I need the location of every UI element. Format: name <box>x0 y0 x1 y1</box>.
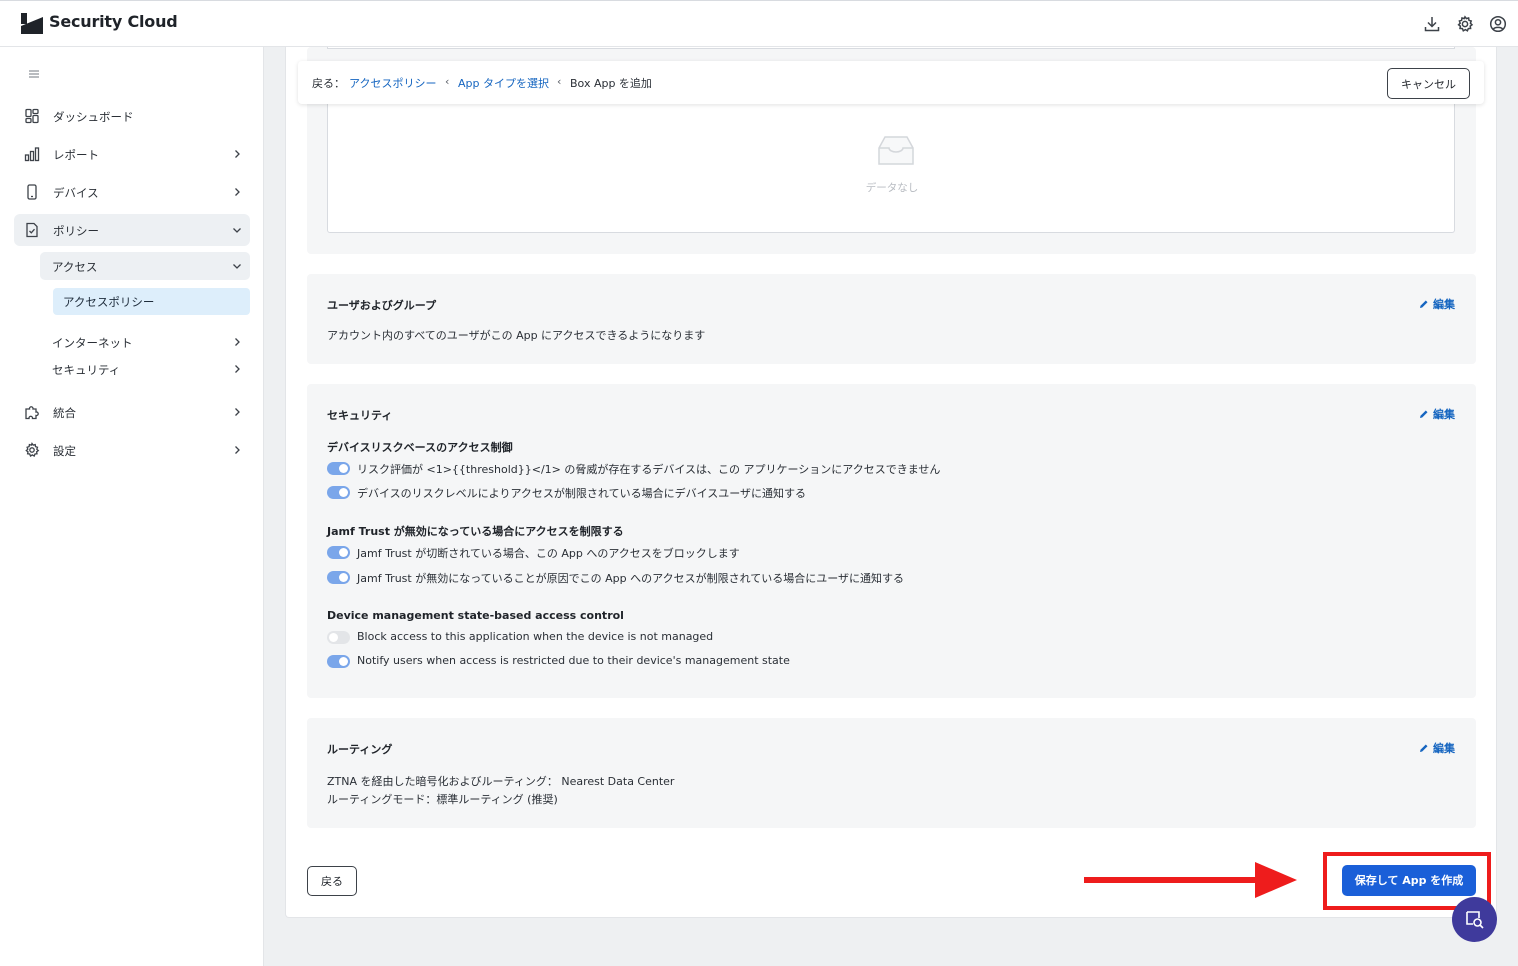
top-bar: Security Cloud <box>0 0 1518 47</box>
breadcrumb-back-label: 戻る： <box>312 77 345 90</box>
empty-inbox-icon <box>878 136 914 165</box>
chat-help-button[interactable] <box>1452 897 1497 942</box>
brand-title: Security Cloud <box>49 12 178 31</box>
users-description: アカウント内のすべてのユーザがこの App にアクセスできるようになります <box>327 329 706 342</box>
toggle-label: Jamf Trust が無効になっていることが原因でこの App へのアクセスが… <box>357 572 905 585</box>
sidebar-subitem-label: アクセスポリシー <box>63 295 155 309</box>
user-circle-icon[interactable] <box>1489 15 1507 33</box>
chevron-right-icon <box>235 365 240 373</box>
gear-icon <box>25 442 40 457</box>
sidebar-item-label: ポリシー <box>53 224 99 238</box>
sidebar-item-policy[interactable]: ポリシー <box>14 214 250 246</box>
sidebar-item-label: 統合 <box>53 406 76 420</box>
breadcrumb-separator: ‹ <box>557 75 562 88</box>
sidebar-item-devices[interactable]: デバイス <box>14 176 250 208</box>
toggle-label: デバイスのリスクレベルによりアクセスが制限されている場合にデバイスユーザに通知す… <box>357 487 807 500</box>
sidebar-item-integrations[interactable]: 統合 <box>14 396 250 428</box>
edit-label: 編集 <box>1433 408 1455 421</box>
sidebar-item-reports[interactable]: レポート <box>14 138 250 170</box>
puzzle-icon <box>25 406 39 420</box>
management-notify-toggle[interactable] <box>327 655 350 668</box>
jamf-notify-toggle[interactable] <box>327 571 350 584</box>
subsection-title: Device management state-based access con… <box>327 609 624 622</box>
cancel-button[interactable]: キャンセル <box>1387 68 1470 99</box>
sidebar-item-label: デバイス <box>53 186 99 200</box>
sidebar-subitem-security[interactable]: セキュリティ <box>40 355 250 383</box>
toggle-label: Notify users when access is restricted d… <box>357 654 790 667</box>
gear-icon[interactable] <box>1456 15 1474 33</box>
pencil-icon <box>1420 744 1428 752</box>
risk-notify-toggle[interactable] <box>327 486 350 499</box>
sidebar-subitem-access-policy[interactable]: アクセスポリシー <box>53 288 250 315</box>
security-cloud-logo <box>21 13 43 34</box>
dashboard-icon <box>25 108 39 124</box>
risk-block-toggle[interactable] <box>327 462 350 475</box>
sidebar: ダッシュボード レポート デバイス ポリシー アクセス アクセスポリシー インタ… <box>0 47 264 966</box>
sidebar-subitem-label: セキュリティ <box>52 363 121 377</box>
section-title: セキュリティ <box>327 409 393 422</box>
chat-search-icon <box>1466 911 1484 929</box>
toggle-label: Block access to this application when th… <box>357 630 714 643</box>
table-top-edge <box>327 47 1455 49</box>
chevron-right-icon <box>235 150 240 158</box>
toggle-label: リスク評価が <1>{{threshold}}</1> の脅威が存在するデバイス… <box>357 463 941 476</box>
breadcrumb-separator: ‹ <box>445 75 450 88</box>
routing-section: ルーティング 編集 ZTNA を経由した暗号化およびルーティング： Neares… <box>307 718 1476 828</box>
sidebar-item-dashboard[interactable]: ダッシュボード <box>14 100 250 132</box>
sidebar-item-label: レポート <box>53 148 99 162</box>
policy-document-icon <box>26 222 38 238</box>
subsection-title: Jamf Trust が無効になっている場合にアクセスを制限する <box>327 525 624 538</box>
empty-table: データなし <box>327 104 1455 233</box>
sidebar-item-settings[interactable]: 設定 <box>14 434 250 466</box>
empty-text: データなし <box>865 182 919 194</box>
section-title: ユーザおよびグループ <box>327 299 437 312</box>
chevron-right-icon <box>235 446 240 454</box>
jamf-block-toggle[interactable] <box>327 546 350 559</box>
routing-mode: ルーティングモード：標準ルーティング (推奨) <box>327 793 558 806</box>
chevron-down-icon <box>233 264 241 269</box>
security-section: セキュリティ 編集 デバイスリスクベースのアクセス制御 リスク評価が <1>{{… <box>307 384 1476 698</box>
subsection-title: デバイスリスクベースのアクセス制御 <box>327 441 513 454</box>
bar-chart-icon <box>24 147 40 162</box>
chevron-right-icon <box>235 188 240 196</box>
toggle-label: Jamf Trust が切断されている場合、この App へのアクセスをブロック… <box>357 547 740 560</box>
annotation-arrow <box>1084 862 1297 898</box>
edit-label: 編集 <box>1433 742 1455 755</box>
pencil-icon <box>1420 410 1428 418</box>
breadcrumb-current: Box App を追加 <box>570 77 652 90</box>
sidebar-subitem-label: インターネット <box>52 336 133 350</box>
back-button[interactable]: 戻る <box>307 866 357 896</box>
pencil-icon <box>1420 300 1428 308</box>
edit-security-button[interactable]: 編集 <box>1419 406 1455 422</box>
routing-encryption: ZTNA を経由した暗号化およびルーティング： Nearest Data Cen… <box>327 775 675 788</box>
edit-users-button[interactable]: 編集 <box>1419 296 1455 312</box>
edit-label: 編集 <box>1433 298 1455 311</box>
unmanaged-block-toggle[interactable] <box>327 631 350 644</box>
chevron-right-icon <box>235 338 240 346</box>
download-icon[interactable] <box>1423 15 1441 33</box>
sidebar-item-label: 設定 <box>53 444 76 458</box>
sidebar-subitem-internet[interactable]: インターネット <box>40 328 250 356</box>
section-title: ルーティング <box>327 743 393 756</box>
phone-icon <box>27 184 37 200</box>
hamburger-menu-icon[interactable] <box>27 67 41 81</box>
breadcrumb-link-access-policy[interactable]: アクセスポリシー <box>349 75 436 91</box>
breadcrumb: 戻る： アクセスポリシー ‹ App タイプを選択 ‹ Box App を追加 … <box>298 61 1484 104</box>
sidebar-item-label: ダッシュボード <box>53 110 134 124</box>
edit-routing-button[interactable]: 編集 <box>1419 740 1455 756</box>
chevron-down-icon <box>233 228 241 233</box>
users-groups-section: ユーザおよびグループ 編集 アカウント内のすべてのユーザがこの App にアクセ… <box>307 274 1476 364</box>
sidebar-subitem-label: アクセス <box>52 260 98 274</box>
chevron-right-icon <box>235 408 240 416</box>
breadcrumb-link-select-app-type[interactable]: App タイプを選択 <box>458 75 549 91</box>
sidebar-subitem-access[interactable]: アクセス <box>40 252 250 280</box>
